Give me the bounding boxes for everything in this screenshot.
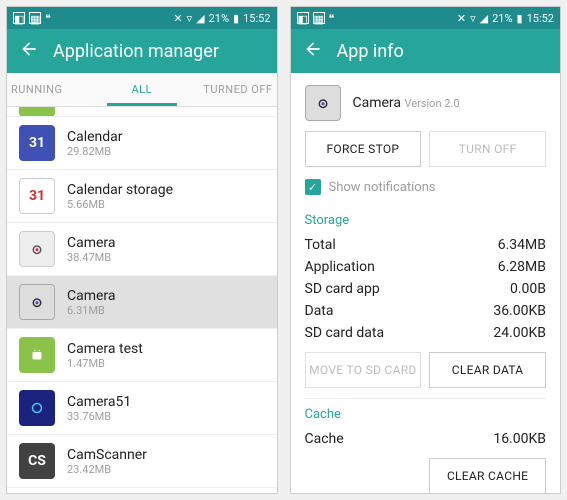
android-icon (19, 337, 55, 373)
app-name: Camera51 (67, 394, 131, 410)
app-name: Calendar (67, 129, 123, 145)
app-bar: Application manager (7, 29, 277, 73)
list-item[interactable]: 31 Calendar storage5.66MB (7, 170, 277, 223)
sddata-label: SD card data (305, 325, 385, 341)
notification-icon: ❝ (45, 12, 57, 24)
show-notifications-label: Show notifications (329, 180, 436, 195)
app-name: Camera test (67, 341, 143, 357)
clear-data-button[interactable]: CLEAR DATA (429, 352, 546, 388)
app-size: 29.82MB (67, 145, 123, 158)
status-bar: ◧ ▦ ❝ ✕ ▿ ◢ 21% ▮ 15:52 (291, 7, 561, 29)
camera-status-icon: ◧ (13, 12, 25, 24)
application-value: 6.28MB (498, 259, 546, 275)
app-name: Calendar storage (67, 182, 173, 198)
app-size: 23.42MB (67, 463, 147, 476)
app-bar: App info (291, 29, 561, 73)
app-list[interactable]: 31 Calendar29.82MB 31 Calendar storage5.… (7, 107, 277, 493)
battery-icon: ▮ (517, 12, 523, 25)
signal-icon: ◢ (196, 12, 204, 25)
wifi-icon: ▿ (470, 12, 476, 25)
application-label: Application (305, 259, 375, 275)
cache-label: Cache (305, 431, 344, 447)
calendar-icon: 31 (19, 125, 55, 161)
tab-running[interactable]: RUNNING (7, 73, 98, 106)
list-item[interactable]: Candy Crush Saga (7, 488, 277, 493)
list-item[interactable]: 31 Calendar29.82MB (7, 117, 277, 170)
sdapp-label: SD card app (305, 281, 380, 297)
app-name: CamScanner (67, 447, 147, 463)
sdapp-value: 0.00B (510, 281, 546, 297)
calendar-storage-icon: 31 (19, 178, 55, 214)
app-icon (19, 107, 55, 117)
force-stop-button[interactable]: FORCE STOP (305, 131, 422, 167)
page-title: App info (337, 41, 404, 62)
sddata-value: 24.00KB (493, 325, 546, 341)
checkbox-checked-icon[interactable]: ✓ (305, 179, 321, 195)
camera51-icon (19, 390, 55, 426)
vibrate-icon: ✕ (173, 12, 182, 25)
camera-icon (305, 85, 341, 121)
app-size: 1.47MB (67, 357, 143, 370)
cache-value: 16.00KB (493, 431, 546, 447)
app-info-body: Camera Version 2.0 FORCE STOP TURN OFF ✓… (291, 73, 561, 493)
clear-cache-button[interactable]: CLEAR CACHE (429, 458, 546, 493)
list-item[interactable] (7, 107, 277, 117)
app-status-icon: ▦ (29, 12, 41, 24)
tabs: RUNNING ALL TURNED OFF (7, 73, 277, 107)
signal-icon: ◢ (480, 12, 488, 25)
camscanner-icon: CS (19, 443, 55, 479)
battery-icon: ▮ (233, 12, 239, 25)
total-label: Total (305, 237, 336, 253)
camera-icon (19, 231, 55, 267)
back-icon[interactable] (303, 39, 323, 64)
vibrate-icon: ✕ (457, 12, 466, 25)
screen-application-manager: ◧ ▦ ❝ ✕ ▿ ◢ 21% ▮ 15:52 Application mana… (6, 6, 278, 494)
app-size: 6.31MB (67, 304, 116, 317)
app-name: Camera (67, 288, 116, 304)
screen-app-info: ◧ ▦ ❝ ✕ ▿ ◢ 21% ▮ 15:52 App info Camera … (290, 6, 562, 494)
app-name: Camera (353, 95, 402, 111)
list-item[interactable]: Camera test1.47MB (7, 329, 277, 382)
list-item[interactable]: CS CamScanner23.42MB (7, 435, 277, 488)
clock: 15:52 (527, 12, 554, 25)
clock: 15:52 (243, 12, 270, 25)
camera-icon (19, 284, 55, 320)
list-item[interactable]: Camera5133.76MB (7, 382, 277, 435)
data-value: 36.00KB (493, 303, 546, 319)
tab-all[interactable]: ALL (98, 73, 185, 106)
app-name: Camera (67, 235, 116, 251)
tab-turned-off[interactable]: TURNED OFF (185, 73, 276, 106)
page-title: Application manager (53, 41, 219, 62)
battery-pct: 21% (209, 12, 229, 25)
camera-status-icon: ◧ (297, 12, 309, 24)
app-size: 5.66MB (67, 198, 173, 211)
app-status-icon: ▦ (313, 12, 325, 24)
app-size: 33.76MB (67, 410, 131, 423)
total-value: 6.34MB (498, 237, 546, 253)
wifi-icon: ▿ (187, 12, 193, 25)
app-header: Camera Version 2.0 (305, 81, 547, 131)
show-notifications-row[interactable]: ✓ Show notifications (305, 177, 547, 205)
storage-section-title: Storage (305, 205, 547, 234)
list-item[interactable]: Camera38.47MB (7, 223, 277, 276)
notification-icon: ❝ (329, 12, 341, 24)
data-label: Data (305, 303, 334, 319)
app-size: 38.47MB (67, 251, 116, 264)
back-icon[interactable] (19, 39, 39, 64)
list-item[interactable]: Camera6.31MB (7, 276, 277, 329)
move-to-sd-button[interactable]: MOVE TO SD CARD (305, 352, 422, 388)
battery-pct: 21% (492, 12, 512, 25)
status-bar: ◧ ▦ ❝ ✕ ▿ ◢ 21% ▮ 15:52 (7, 7, 277, 29)
cache-section-title: Cache (305, 398, 547, 428)
app-version: Version 2.0 (405, 97, 460, 110)
turn-off-button[interactable]: TURN OFF (429, 131, 546, 167)
